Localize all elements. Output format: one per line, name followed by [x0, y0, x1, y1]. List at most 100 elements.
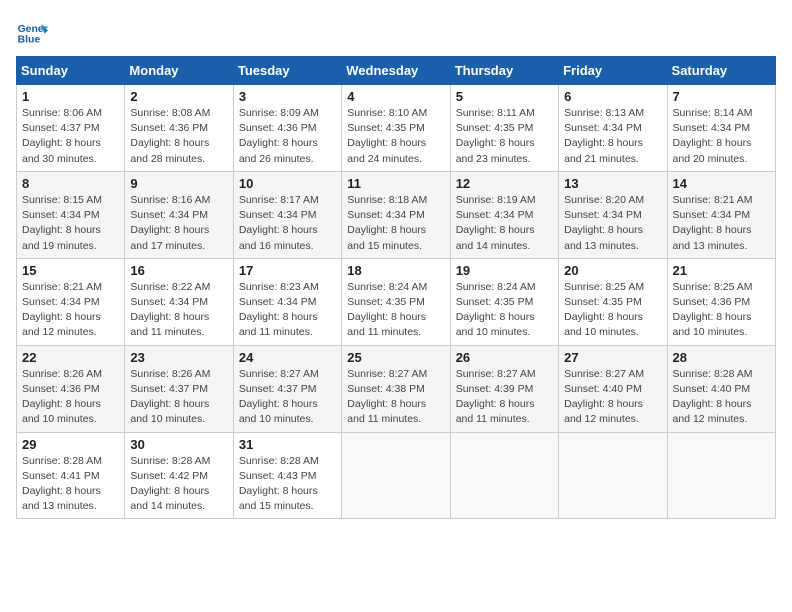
day-info: Sunrise: 8:18 AMSunset: 4:34 PMDaylight:…: [347, 193, 444, 254]
calendar-cell: 9 Sunrise: 8:16 AMSunset: 4:34 PMDaylight…: [125, 171, 233, 258]
day-info: Sunrise: 8:28 AMSunset: 4:41 PMDaylight:…: [22, 454, 119, 515]
calendar-cell: 13 Sunrise: 8:20 AMSunset: 4:34 PMDayligh…: [559, 171, 667, 258]
logo-icon: General Blue: [16, 16, 48, 48]
weekday-header-tuesday: Tuesday: [233, 57, 341, 85]
calendar-cell: 11 Sunrise: 8:18 AMSunset: 4:34 PMDayligh…: [342, 171, 450, 258]
weekday-header-wednesday: Wednesday: [342, 57, 450, 85]
day-info: Sunrise: 8:25 AMSunset: 4:35 PMDaylight:…: [564, 280, 661, 341]
weekday-header-saturday: Saturday: [667, 57, 775, 85]
calendar-cell: 27Sunrise: 8:27 AMSunset: 4:40 PMDayligh…: [559, 345, 667, 432]
calendar-cell: 23 Sunrise: 8:26 AMSunset: 4:37 PMDayligh…: [125, 345, 233, 432]
day-number: 26: [456, 350, 553, 365]
day-number: 17: [239, 263, 336, 278]
calendar-cell: 20 Sunrise: 8:25 AMSunset: 4:35 PMDayligh…: [559, 258, 667, 345]
day-info: Sunrise: 8:15 AMSunset: 4:34 PMDaylight:…: [22, 193, 119, 254]
week-row-5: 29 Sunrise: 8:28 AMSunset: 4:41 PMDayligh…: [17, 432, 776, 519]
calendar-cell: 16Sunrise: 8:22 AMSunset: 4:34 PMDayligh…: [125, 258, 233, 345]
day-info: Sunrise: 8:24 AMSunset: 4:35 PMDaylight:…: [347, 280, 444, 341]
day-number: 9: [130, 176, 227, 191]
weekday-header-thursday: Thursday: [450, 57, 558, 85]
calendar-cell: 25Sunrise: 8:27 AMSunset: 4:38 PMDayligh…: [342, 345, 450, 432]
calendar-cell: 2 Sunrise: 8:08 AMSunset: 4:36 PMDaylight…: [125, 85, 233, 172]
day-number: 18: [347, 263, 444, 278]
calendar-cell: 5 Sunrise: 8:11 AMSunset: 4:35 PMDaylight…: [450, 85, 558, 172]
day-number: 28: [673, 350, 770, 365]
calendar-cell: 8 Sunrise: 8:15 AMSunset: 4:34 PMDaylight…: [17, 171, 125, 258]
day-number: 3: [239, 89, 336, 104]
day-info: Sunrise: 8:19 AMSunset: 4:34 PMDaylight:…: [456, 193, 553, 254]
calendar-cell: 14 Sunrise: 8:21 AMSunset: 4:34 PMDayligh…: [667, 171, 775, 258]
weekday-header-monday: Monday: [125, 57, 233, 85]
day-number: 24: [239, 350, 336, 365]
calendar-cell: [342, 432, 450, 519]
day-number: 1: [22, 89, 119, 104]
calendar-cell: 24Sunrise: 8:27 AMSunset: 4:37 PMDayligh…: [233, 345, 341, 432]
day-number: 23: [130, 350, 227, 365]
day-info: Sunrise: 8:11 AMSunset: 4:35 PMDaylight:…: [456, 106, 553, 167]
calendar-cell: 30 Sunrise: 8:28 AMSunset: 4:42 PMDayligh…: [125, 432, 233, 519]
calendar-cell: 31Sunrise: 8:28 AMSunset: 4:43 PMDayligh…: [233, 432, 341, 519]
calendar-cell: 1Sunrise: 8:06 AMSunset: 4:37 PMDaylight…: [17, 85, 125, 172]
day-info: Sunrise: 8:22 AMSunset: 4:34 PMDaylight:…: [130, 280, 227, 341]
calendar-cell: 17 Sunrise: 8:23 AMSunset: 4:34 PMDayligh…: [233, 258, 341, 345]
week-row-4: 22Sunrise: 8:26 AMSunset: 4:36 PMDayligh…: [17, 345, 776, 432]
week-row-2: 8 Sunrise: 8:15 AMSunset: 4:34 PMDaylight…: [17, 171, 776, 258]
calendar-cell: [450, 432, 558, 519]
day-info: Sunrise: 8:10 AMSunset: 4:35 PMDaylight:…: [347, 106, 444, 167]
day-number: 14: [673, 176, 770, 191]
calendar-cell: 15 Sunrise: 8:21 AMSunset: 4:34 PMDayligh…: [17, 258, 125, 345]
day-info: Sunrise: 8:28 AMSunset: 4:42 PMDaylight:…: [130, 454, 227, 515]
calendar-cell: 19 Sunrise: 8:24 AMSunset: 4:35 PMDayligh…: [450, 258, 558, 345]
calendar-cell: 3 Sunrise: 8:09 AMSunset: 4:36 PMDaylight…: [233, 85, 341, 172]
calendar-table: SundayMondayTuesdayWednesdayThursdayFrid…: [16, 56, 776, 519]
day-info: Sunrise: 8:27 AMSunset: 4:39 PMDaylight:…: [456, 367, 553, 428]
weekday-header-friday: Friday: [559, 57, 667, 85]
weekday-header-row: SundayMondayTuesdayWednesdayThursdayFrid…: [17, 57, 776, 85]
day-info: Sunrise: 8:27 AMSunset: 4:40 PMDaylight:…: [564, 367, 661, 428]
day-number: 10: [239, 176, 336, 191]
calendar-cell: 4 Sunrise: 8:10 AMSunset: 4:35 PMDaylight…: [342, 85, 450, 172]
day-number: 7: [673, 89, 770, 104]
day-info: Sunrise: 8:26 AMSunset: 4:37 PMDaylight:…: [130, 367, 227, 428]
day-info: Sunrise: 8:24 AMSunset: 4:35 PMDaylight:…: [456, 280, 553, 341]
calendar-cell: [559, 432, 667, 519]
calendar-cell: 26 Sunrise: 8:27 AMSunset: 4:39 PMDayligh…: [450, 345, 558, 432]
day-info: Sunrise: 8:28 AMSunset: 4:43 PMDaylight:…: [239, 454, 336, 515]
day-number: 15: [22, 263, 119, 278]
day-number: 13: [564, 176, 661, 191]
day-number: 6: [564, 89, 661, 104]
calendar-cell: 18 Sunrise: 8:24 AMSunset: 4:35 PMDayligh…: [342, 258, 450, 345]
day-info: Sunrise: 8:26 AMSunset: 4:36 PMDaylight:…: [22, 367, 119, 428]
day-info: Sunrise: 8:16 AMSunset: 4:34 PMDaylight:…: [130, 193, 227, 254]
day-info: Sunrise: 8:08 AMSunset: 4:36 PMDaylight:…: [130, 106, 227, 167]
day-info: Sunrise: 8:28 AMSunset: 4:40 PMDaylight:…: [673, 367, 770, 428]
day-number: 12: [456, 176, 553, 191]
calendar-cell: [667, 432, 775, 519]
day-info: Sunrise: 8:20 AMSunset: 4:34 PMDaylight:…: [564, 193, 661, 254]
day-info: Sunrise: 8:21 AMSunset: 4:34 PMDaylight:…: [22, 280, 119, 341]
calendar-cell: 12 Sunrise: 8:19 AMSunset: 4:34 PMDayligh…: [450, 171, 558, 258]
day-info: Sunrise: 8:25 AMSunset: 4:36 PMDaylight:…: [673, 280, 770, 341]
day-number: 25: [347, 350, 444, 365]
day-number: 21: [673, 263, 770, 278]
day-number: 5: [456, 89, 553, 104]
calendar-cell: 29 Sunrise: 8:28 AMSunset: 4:41 PMDayligh…: [17, 432, 125, 519]
week-row-1: 1Sunrise: 8:06 AMSunset: 4:37 PMDaylight…: [17, 85, 776, 172]
day-number: 4: [347, 89, 444, 104]
page-header: General Blue: [16, 16, 776, 48]
day-info: Sunrise: 8:09 AMSunset: 4:36 PMDaylight:…: [239, 106, 336, 167]
day-number: 11: [347, 176, 444, 191]
day-number: 8: [22, 176, 119, 191]
week-row-3: 15 Sunrise: 8:21 AMSunset: 4:34 PMDayligh…: [17, 258, 776, 345]
day-info: Sunrise: 8:17 AMSunset: 4:34 PMDaylight:…: [239, 193, 336, 254]
day-number: 29: [22, 437, 119, 452]
calendar-cell: 28 Sunrise: 8:28 AMSunset: 4:40 PMDayligh…: [667, 345, 775, 432]
day-info: Sunrise: 8:21 AMSunset: 4:34 PMDaylight:…: [673, 193, 770, 254]
day-number: 2: [130, 89, 227, 104]
day-number: 19: [456, 263, 553, 278]
day-info: Sunrise: 8:23 AMSunset: 4:34 PMDaylight:…: [239, 280, 336, 341]
weekday-header-sunday: Sunday: [17, 57, 125, 85]
day-number: 20: [564, 263, 661, 278]
calendar-cell: 7Sunrise: 8:14 AMSunset: 4:34 PMDaylight…: [667, 85, 775, 172]
day-number: 30: [130, 437, 227, 452]
